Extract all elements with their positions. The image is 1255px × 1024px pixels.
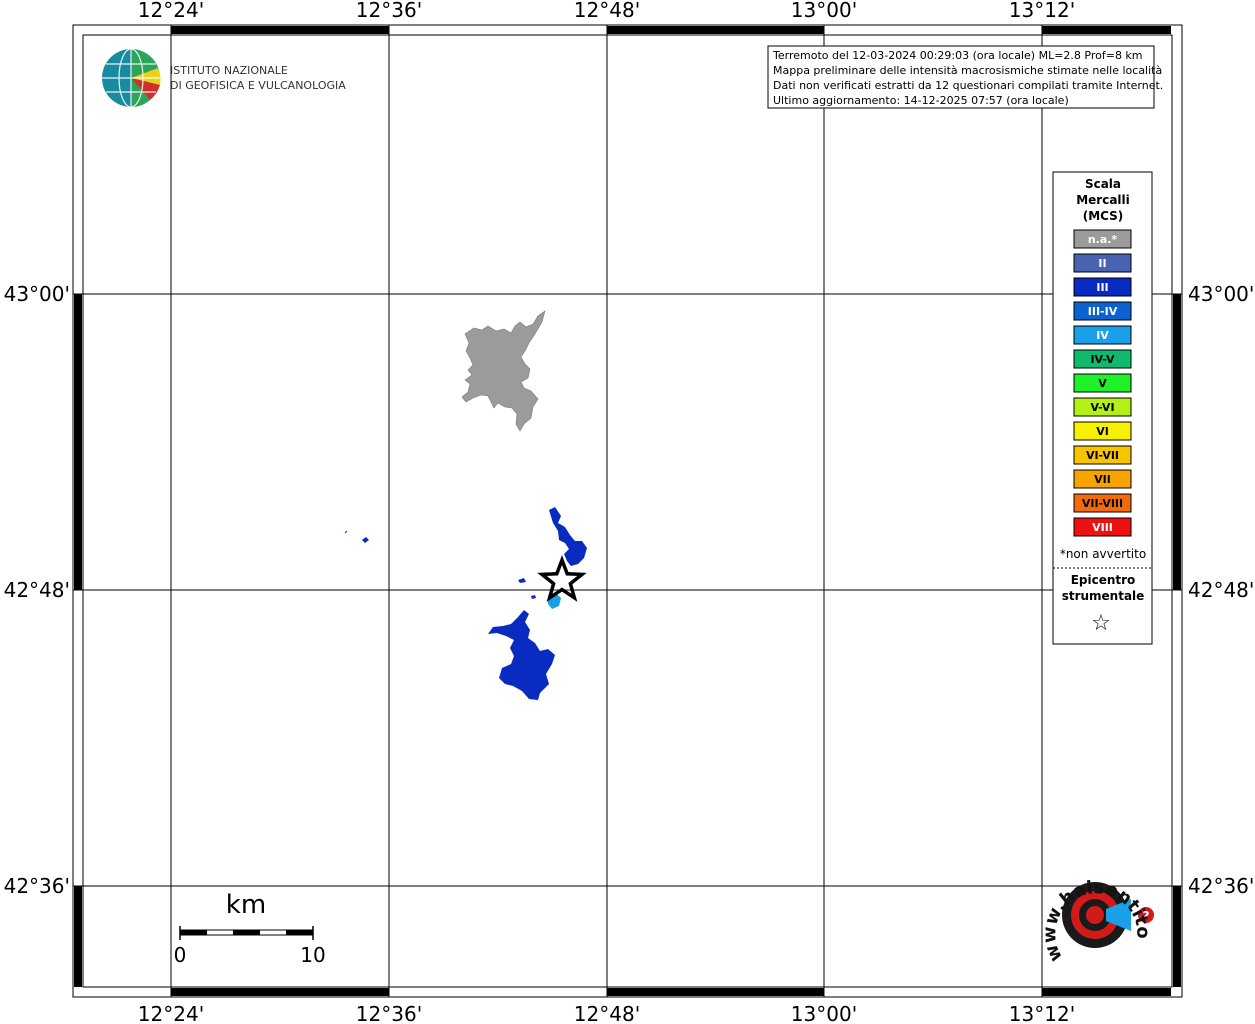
map-inner-frame bbox=[82, 34, 1173, 988]
legend-swatch-label: III bbox=[1096, 281, 1108, 294]
legend-swatch-label: II bbox=[1098, 257, 1106, 270]
lat-label-left: 43°00' bbox=[4, 282, 70, 306]
legend-swatch-label: V bbox=[1098, 377, 1107, 390]
info-line-data-source: Dati non verificati estratti da 12 quest… bbox=[773, 79, 1163, 92]
lon-label-top: 13°12' bbox=[1009, 0, 1075, 22]
lon-label-top: 12°48' bbox=[574, 0, 640, 22]
event-info-box: Terremoto del 12-03-2024 00:29:03 (ora l… bbox=[767, 45, 1163, 109]
lon-label-bottom: 12°48' bbox=[574, 1002, 640, 1024]
legend-swatch-label: IV bbox=[1096, 329, 1109, 342]
lon-label-top: 12°36' bbox=[356, 0, 422, 22]
lon-label-bottom: 13°12' bbox=[1009, 1002, 1075, 1024]
intensity-map: 12°24' 12°36' 12°48' 13°00' 13°12' 12°24… bbox=[0, 0, 1254, 1024]
info-line-event: Terremoto del 12-03-2024 00:29:03 (ora l… bbox=[772, 49, 1143, 62]
ingv-name-line2: DI GEOFISICA E VULCANOLOGIA bbox=[170, 79, 346, 92]
mcs-legend: Scala Mercalli (MCS) n.a.*IIIIIIII-IVIVI… bbox=[1052, 171, 1153, 645]
lon-label-bottom: 12°36' bbox=[356, 1002, 422, 1024]
legend-swatch-label: IV-V bbox=[1090, 353, 1115, 366]
scale-unit: km bbox=[226, 890, 266, 920]
scale-min-label: 0 bbox=[174, 943, 187, 967]
legend-title-line: (MCS) bbox=[1083, 209, 1124, 223]
lat-label-right: 42°48' bbox=[1188, 578, 1254, 602]
legend-swatch-label: VII-VIII bbox=[1082, 497, 1123, 510]
ingv-name-line1: ISTITUTO NAZIONALE bbox=[170, 64, 288, 77]
legend-swatch-label: VI-VII bbox=[1086, 449, 1119, 462]
legend-epicenter-line: Epicentro bbox=[1071, 573, 1136, 587]
lon-label-top: 12°24' bbox=[138, 0, 204, 22]
scale-max-label: 10 bbox=[300, 943, 325, 967]
legend-swatch-label: VII bbox=[1094, 473, 1111, 486]
legend-note: *non avvertito bbox=[1060, 547, 1146, 561]
legend-epicenter-star-icon: ☆ bbox=[1091, 611, 1111, 636]
lon-label-bottom: 12°24' bbox=[138, 1002, 204, 1024]
info-line-description: Mappa preliminare delle intensità macros… bbox=[773, 64, 1162, 77]
legend-swatch-label: VIII bbox=[1092, 521, 1113, 534]
legend-swatch-label: V-VI bbox=[1090, 401, 1114, 414]
legend-swatch-label: VI bbox=[1096, 425, 1109, 438]
lon-label-top: 13°00' bbox=[791, 0, 857, 22]
legend-title-line: Scala bbox=[1085, 177, 1121, 191]
lat-label-left: 42°48' bbox=[4, 578, 70, 602]
legend-epicenter-line: strumentale bbox=[1062, 589, 1145, 603]
lat-label-right: 43°00' bbox=[1188, 282, 1254, 306]
lat-label-left: 42°36' bbox=[4, 874, 70, 898]
legend-swatch-label: n.a.* bbox=[1088, 233, 1118, 246]
lon-label-bottom: 13°00' bbox=[791, 1002, 857, 1024]
info-line-updated: Ultimo aggiornamento: 14-12-2025 07:57 (… bbox=[773, 94, 1069, 107]
lat-label-right: 42°36' bbox=[1188, 874, 1254, 898]
legend-title-line: Mercalli bbox=[1076, 193, 1130, 207]
legend-swatch-label: III-IV bbox=[1088, 305, 1118, 318]
